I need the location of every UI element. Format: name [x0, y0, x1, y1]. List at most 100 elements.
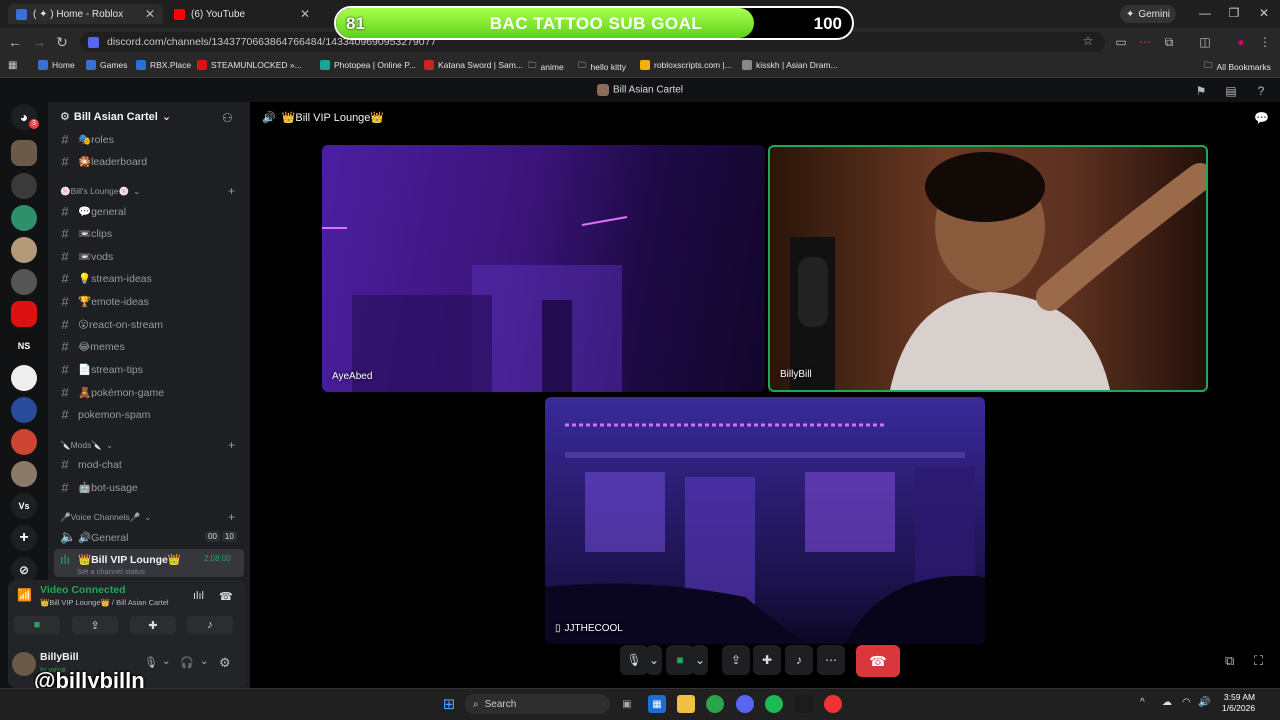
taskbar-search[interactable]: ⌕ Search — [465, 694, 610, 714]
video-tile-billybill[interactable]: BillyBill — [768, 145, 1208, 392]
camera-toggle-button[interactable]: ■ — [666, 645, 694, 675]
forward-icon[interactable]: → — [30, 34, 48, 50]
soundboard-button[interactable]: ♪ — [785, 645, 813, 675]
apps-icon[interactable]: ▦ — [8, 60, 17, 71]
chrome-icon[interactable] — [706, 695, 724, 713]
bookmark-robloxscripts[interactable]: robloxscripts.com |... — [640, 60, 732, 70]
spotify-icon[interactable] — [765, 695, 783, 713]
soundboard-button[interactable]: ♪ — [187, 616, 233, 634]
clock[interactable]: 3:59 AM 1/6/2026 — [1222, 692, 1255, 714]
restore-icon[interactable]: ❐ — [1224, 6, 1244, 20]
popout-icon[interactable]: ⧉ — [1225, 653, 1234, 669]
channel-emote-ideas[interactable]: # 🏆emote-ideas — [60, 294, 148, 309]
server-icon[interactable] — [11, 301, 37, 327]
channel-pokemon-spam[interactable]: # pokemon-spam — [60, 407, 150, 422]
bookmark-kisskh[interactable]: kisskh | Asian Dram... — [742, 60, 838, 70]
opera-icon[interactable] — [824, 695, 842, 713]
channel-memes[interactable]: # 😂memes — [60, 339, 124, 354]
file-explorer-icon[interactable] — [677, 695, 695, 713]
bookmark-games[interactable]: Games — [86, 60, 127, 70]
voice-channel-general[interactable]: 🔈 🔊General — [60, 529, 128, 545]
bookmark-home[interactable]: Home — [38, 60, 75, 70]
screen-share-button[interactable]: ⇪ — [72, 616, 118, 634]
onedrive-icon[interactable]: ☁ — [1162, 697, 1172, 708]
add-server-icon[interactable]: + — [11, 525, 37, 551]
add-channel-icon[interactable]: + — [228, 510, 235, 524]
bookmark-photopea[interactable]: Photopea | Online P... — [320, 60, 416, 70]
avatar[interactable] — [12, 652, 36, 676]
mute-button[interactable]: 🎙 — [620, 645, 648, 675]
help-icon[interactable]: ? — [1253, 84, 1269, 98]
channel-stream-tips[interactable]: # 📄stream-tips — [60, 362, 143, 377]
channel-status[interactable]: Set a channel status — [77, 567, 145, 576]
channel-mod-chat[interactable]: # mod-chat — [60, 457, 121, 472]
channel-pokemon-game[interactable]: # 🧸pokémon-game — [60, 385, 164, 400]
close-icon[interactable]: ✕ — [145, 7, 155, 21]
server-icon[interactable] — [11, 140, 37, 166]
extension-icon[interactable]: ⋯ — [1137, 35, 1153, 49]
channel-bot-usage[interactable]: # 🤖bot-usage — [60, 480, 137, 495]
more-options-button[interactable]: ⋯ — [817, 645, 845, 675]
store-icon[interactable]: ▦ — [648, 695, 666, 713]
bookmark-folder-hello-kitty[interactable]: 🗀 hello kitty — [578, 60, 626, 74]
back-icon[interactable]: ← — [6, 34, 24, 50]
server-icon[interactable]: NS — [11, 333, 37, 359]
camera-options-button[interactable]: ⌄ — [692, 645, 708, 675]
category-bills-lounge[interactable]: 🍥Bill's Lounge🍥 ⌄ — [60, 186, 140, 197]
bookmark-rbx-place[interactable]: RBX.Place — [136, 60, 191, 70]
gemini-button[interactable]: ✦ Gemini — [1120, 5, 1176, 23]
close-icon[interactable]: ✕ — [300, 7, 310, 21]
category-voice-channels[interactable]: 🎤Voice Channels🎤 ⌄ — [60, 512, 151, 523]
camera-button[interactable]: ■ — [14, 616, 60, 634]
server-name-header[interactable]: ⚙ Bill Asian Cartel ⌄ — [60, 110, 171, 124]
extension-icon[interactable]: ▭ — [1113, 35, 1129, 49]
headphones-icon[interactable]: 🎧 — [180, 656, 194, 669]
tab-roblox[interactable]: ( ✦ ) Home - Roblox ✕ — [8, 4, 163, 24]
voice-location[interactable]: 👑Bill VIP Lounge👑 / Bill Asian Cartel — [40, 598, 169, 607]
channel-vods[interactable]: # 📼vods — [60, 249, 113, 264]
fullscreen-icon[interactable]: ⛶ — [1254, 653, 1263, 669]
channel-clips[interactable]: # 📼clips — [60, 226, 112, 241]
windows-start-icon[interactable]: ⊞ — [440, 695, 458, 713]
wifi-icon[interactable]: ◠ — [1182, 697, 1191, 708]
reload-icon[interactable]: ↻ — [53, 34, 71, 51]
avatar-icon[interactable]: ● — [1233, 35, 1249, 49]
close-window-icon[interactable]: ✕ — [1254, 6, 1274, 20]
settings-gear-icon[interactable]: ⚙ — [219, 655, 231, 671]
mic-icon[interactable]: 🎙 — [144, 656, 158, 669]
activities-button[interactable]: ✚ — [753, 645, 781, 675]
bookmark-folder-anime[interactable]: 🗀 anime — [528, 60, 564, 74]
flag-icon[interactable]: ⚑ — [1193, 84, 1209, 98]
all-bookmarks[interactable]: 🗀 All Bookmarks — [1204, 60, 1271, 74]
mic-options-button[interactable]: ⌄ — [646, 645, 662, 675]
server-icon[interactable] — [11, 269, 37, 295]
invite-icon[interactable]: ⚇ — [222, 111, 233, 125]
chevron-up-icon[interactable]: ^ — [1140, 697, 1145, 708]
channel-leaderboard[interactable]: # 🎇leaderboard — [60, 154, 147, 169]
channel-react-on-stream[interactable]: # 😮react-on-stream — [60, 317, 163, 332]
chevron-down-icon[interactable]: ⌄ — [200, 656, 208, 667]
server-icon[interactable]: Vs — [11, 493, 37, 519]
chevron-down-icon[interactable]: ⌄ — [162, 656, 170, 667]
inbox-icon[interactable]: ▤ — [1223, 84, 1239, 98]
server-icon[interactable] — [11, 365, 37, 391]
activities-button[interactable]: ✚ — [130, 616, 176, 634]
noise-suppression-icon[interactable]: ılıl — [193, 590, 204, 602]
server-icon[interactable] — [11, 397, 37, 423]
video-tile-jjthecool[interactable]: ▯ JJTHECOOL — [545, 397, 985, 644]
server-icon[interactable] — [11, 173, 37, 199]
channel-stream-ideas[interactable]: # 💡stream-ideas — [60, 271, 151, 286]
username[interactable]: BillyBill — [40, 651, 79, 663]
tab-youtube[interactable]: (6) YouTube ✕ — [166, 4, 318, 24]
share-screen-button[interactable]: ⇪ — [722, 645, 750, 675]
volume-icon[interactable]: 🔊 — [1198, 697, 1210, 708]
category-mods[interactable]: 🔪Mods🔪 ⌄ — [60, 440, 113, 451]
sidepanel-icon[interactable]: ◫ — [1197, 35, 1213, 49]
bookmark-steamunlocked[interactable]: STEAMUNLOCKED »... — [197, 60, 302, 70]
bookmark-katana[interactable]: Katana Sword | Sam... — [424, 60, 523, 70]
channel-roles[interactable]: # 🎭roles — [60, 132, 113, 147]
chat-icon[interactable]: 💬 — [1254, 111, 1269, 125]
puzzle-icon[interactable]: ⧉ — [1161, 35, 1177, 50]
disconnect-icon[interactable]: ☎ — [219, 590, 233, 603]
voice-status[interactable]: Video Connected — [40, 584, 126, 596]
